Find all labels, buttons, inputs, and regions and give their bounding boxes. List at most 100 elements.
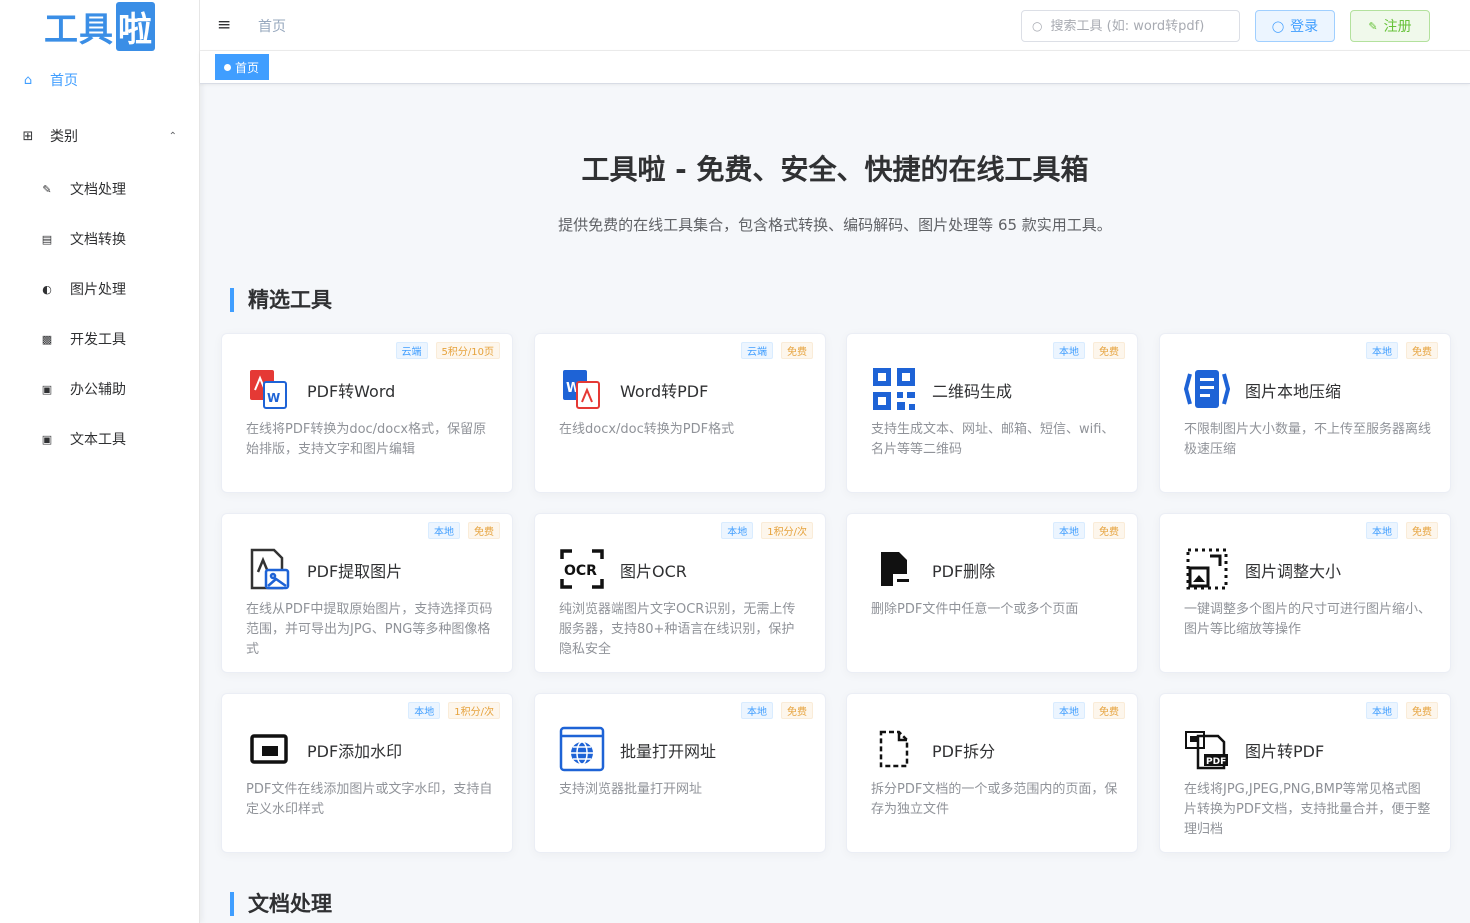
compress-icon [1183,366,1231,412]
sidebar-item-label: 首页 [50,73,78,89]
card-title: Word转PDF [620,382,709,401]
user-icon: ◯ [1271,19,1285,33]
logo-box: 啦 [116,1,155,51]
sidebar-subitem[interactable]: ▤ 文档转换 [0,214,199,264]
globe-icon [559,726,605,772]
search-icon: ○ [1032,19,1043,33]
location-badge: 云端 [395,342,428,359]
tool-card[interactable]: 本地 免费 图片本地压缩 不限制图片大小数量，不上传至服务器离线极速压缩 [1159,333,1451,493]
sidebar-subitem[interactable]: ▣ 文本工具 [0,414,199,464]
card-title: 图片本地压缩 [1245,382,1342,401]
page-subtitle: 提供免费的在线工具集合，包含格式转换、编码解码、图片处理等 65 款实用工具。 [558,216,1112,234]
price-badge: 免费 [1406,702,1438,719]
location-badge: 本地 [428,522,460,539]
sidebar-subitem[interactable]: ◐ 图片处理 [0,264,199,314]
tool-card[interactable]: 本地 1积分/次 OCR 图片OCR 纯浏览器端图片文字OCR识别，无需上传服务器… [534,513,826,673]
logo[interactable]: 工具啦 [0,0,199,52]
card-badges: 本地 免费 [1366,342,1438,359]
sidebar-item-label: 类别 [50,129,78,145]
tool-card[interactable]: 云端 免费 W Word转PDF 在线docx/doc转换为PDF格式 [534,333,826,493]
tool-card[interactable]: 云端 5积分/10页 W PDF转Word 在线将PDF转换为doc/docx格式… [221,333,513,493]
tool-card[interactable]: 本地 免费 PDF提取图片 在线从PDF中提取原始图片，支持选择页码范围，并可导出… [221,513,513,673]
location-badge: 本地 [721,522,754,539]
login-button[interactable]: ◯ 登录 [1255,10,1335,42]
card-description: 在线docx/doc转换为PDF格式 [559,422,735,437]
register-label: 注册 [1383,19,1412,35]
chevron-up-icon: ⌃ [168,130,177,142]
breadcrumb: 首页 [258,19,286,35]
card-description: 在线将PDF转换为doc/docx格式，保留原始排版，支持文字和图片编辑 [246,422,487,457]
price-badge: 免费 [1406,522,1438,539]
sidebar-subitem-label: 办公辅助 [70,382,126,398]
price-badge: 1积分/次 [448,702,500,719]
sidebar-subitem-label: 图片处理 [70,282,126,298]
card-description: 一键调整多个图片的尺寸可进行图片缩小、图片等比缩放等操作 [1184,602,1432,637]
card-badges: 本地 免费 [1366,522,1438,539]
card-badges: 本地 免费 [741,702,813,719]
card-badges: 本地 1积分/次 [721,522,813,539]
pdf-to-word-icon: W [246,366,292,412]
tool-card[interactable]: 本地 免费 PDF删除 删除PDF文件中任意一个或多个页面 [846,513,1138,673]
sidebar-subitem[interactable]: ▣ 办公辅助 [0,364,199,414]
card-badges: 本地 免费 [1053,342,1125,359]
page-title: 工具啦 - 免费、安全、快捷的在线工具箱 [581,153,1089,186]
card-title: PDF转Word [307,382,396,401]
menu-fold-icon[interactable]: ≡ [217,15,231,35]
price-badge: 免费 [468,522,500,539]
card-title: 图片调整大小 [1245,562,1342,581]
tag-home[interactable]: 首页 [215,54,270,80]
tool-card[interactable]: 本地 免费 二维码生成 支持生成文本、网址、邮箱、短信、wifi、名片等等二维码 [846,333,1138,493]
search-box[interactable]: ○ [1021,10,1240,42]
edit-doc-icon: ✎ [42,182,52,196]
card-badges: 本地 1积分/次 [408,702,500,719]
location-badge: 本地 [1053,702,1085,719]
svg-text:OCR: OCR [564,563,597,579]
text-icon: ▣ [41,432,53,446]
sidebar-subitem-label: 文档处理 [70,182,126,198]
sidebar-subitem[interactable]: ▩ 开发工具 [0,314,199,364]
card-badges: 本地 免费 [1366,702,1438,719]
tags-view: 首页 [200,51,1470,84]
pdf-extract-image-icon [246,546,292,592]
tool-card[interactable]: 本地 免费 批量打开网址 支持浏览器批量打开网址 [534,693,826,853]
edit-icon: ✎ [1368,19,1378,33]
card-title: 图片转PDF [1245,742,1325,761]
active-dot [224,63,231,71]
location-badge: 本地 [1366,342,1398,359]
price-badge: 免费 [781,342,813,359]
card-description: PDF文件在线添加图片或文字水印，支持自定义水印样式 [246,782,493,817]
card-badges: 本地 免费 [1053,702,1125,719]
card-title: PDF提取图片 [307,562,403,581]
location-badge: 本地 [1053,522,1085,539]
tool-card[interactable]: 本地 免费 PDF 图片转PDF 在线将JPG,JPEG,PNG,BMP等常见格式… [1159,693,1451,853]
sidebar-subitem-label: 开发工具 [70,332,126,348]
login-label: 登录 [1290,19,1319,35]
tool-card[interactable]: 本地 1积分/次 PDF添加水印 PDF文件在线添加图片或文字水印，支持自定义水印… [221,693,513,853]
sidebar-subitem[interactable]: ✎ 文档处理 [0,164,199,214]
image-to-pdf-icon: PDF [1184,726,1230,772]
tool-card[interactable]: 本地 免费 PDF拆分 拆分PDF文档的一个或多范围内的页面，保存为独立文件 [846,693,1138,853]
card-badges: 云端 5积分/10页 [395,342,500,359]
card-title: 二维码生成 [932,382,1013,401]
card-description: 在线将JPG,JPEG,PNG,BMP等常见格式图片转换为PDF文档，支持批量合… [1184,782,1431,837]
sidebar-item-home[interactable]: ⌂ 首页 [0,52,199,108]
card-title: 批量打开网址 [620,742,717,761]
card-title: PDF删除 [932,562,996,581]
card-title: 图片OCR [620,562,687,581]
card-title: PDF添加水印 [307,742,403,761]
search-input[interactable] [1050,18,1231,34]
price-badge: 免费 [781,702,813,719]
card-badges: 本地 免费 [1053,522,1125,539]
card-description: 纯浏览器端图片文字OCR识别，无需上传服务器，支持80+种语言在线识别，保护隐私… [559,602,796,657]
grid-icon: ⊞ [22,128,34,144]
tool-card[interactable]: 本地 免费 图片调整大小 一键调整多个图片的尺寸可进行图片缩小、图片等比缩放等操作 [1159,513,1451,673]
card-description: 不限制图片大小数量，不上传至服务器离线极速压缩 [1184,422,1432,457]
card-description: 支持浏览器批量打开网址 [559,782,703,797]
location-badge: 本地 [1366,522,1398,539]
home-icon: ⌂ [23,72,33,88]
header: ≡ 首页 ○ ◯ 登录 ✎ 注册 [200,0,1470,51]
register-button[interactable]: ✎ 注册 [1350,10,1430,42]
sidebar: 工具啦 ⌂ 首页 ⊞ 类别 ⌃ ✎ 文档处理 ▤ 文档转换 ◐ 图片处理 ▩ 开发工具 ▣ 办公辅… [0,0,200,923]
sidebar-item-category[interactable]: ⊞ 类别 ⌃ [0,108,199,164]
pdf-split-icon [871,726,917,772]
